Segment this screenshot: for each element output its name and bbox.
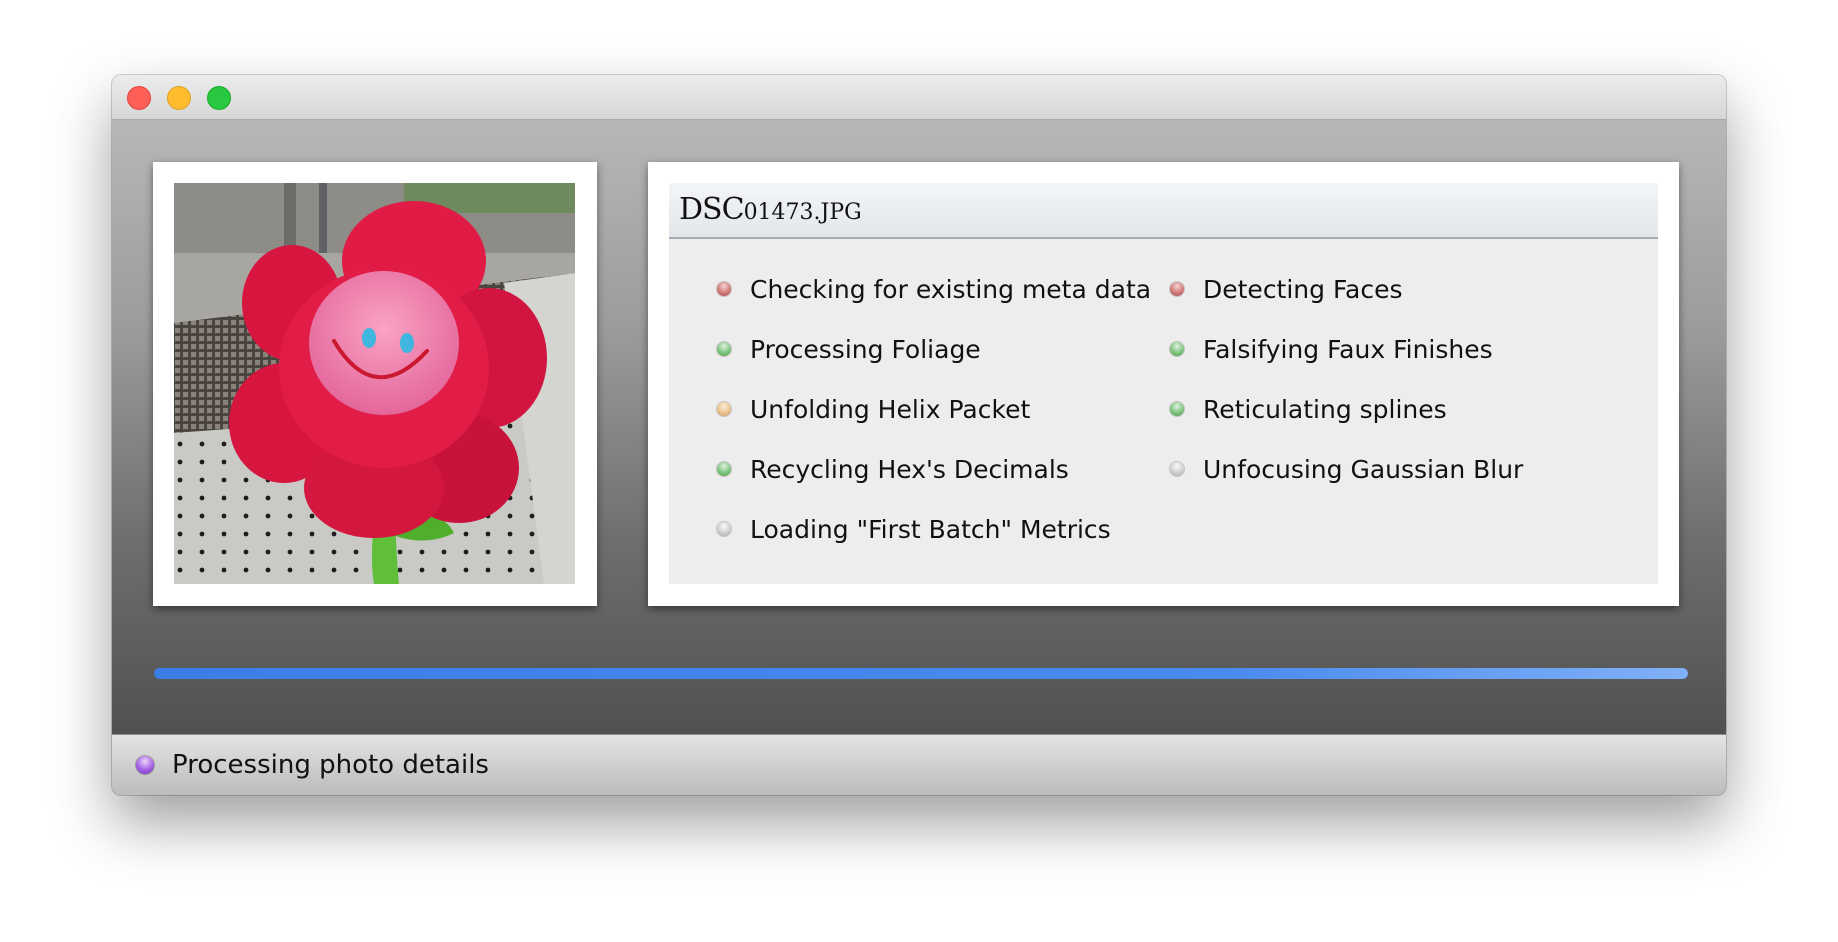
details-panel: DSC01473.JPG Checking for existing meta … (669, 183, 1658, 584)
status-dot-icon (1170, 282, 1184, 296)
task-item: Detecting Faces (1170, 272, 1403, 306)
status-dot-icon (717, 342, 731, 356)
status-dot-icon (1170, 402, 1184, 416)
task-item: Unfolding Helix Packet (717, 392, 1030, 426)
status-dot-icon (717, 402, 731, 416)
title-bar[interactable] (112, 75, 1726, 120)
task-label: Loading "First Batch" Metrics (750, 514, 1111, 544)
status-dot-icon (717, 462, 731, 476)
filename-title: DSC01473.JPG (679, 192, 862, 231)
task-label: Checking for existing meta data (750, 274, 1152, 304)
task-label: Unfolding Helix Packet (750, 394, 1031, 424)
photo-thumbnail (174, 183, 575, 584)
status-dot-icon (1170, 342, 1184, 356)
filename-prefix: DSC (679, 192, 745, 227)
status-bar: Processing photo details (112, 734, 1726, 795)
task-item: Unfocusing Gaussian Blur (1170, 452, 1523, 486)
progress-bar (154, 668, 1688, 679)
zoom-icon[interactable] (207, 86, 231, 110)
progress-bar-fill (154, 668, 1688, 679)
close-icon[interactable] (127, 86, 151, 110)
status-dot-icon (717, 522, 731, 536)
status-indicator-icon (136, 756, 154, 774)
task-label: Unfocusing Gaussian Blur (1203, 454, 1524, 484)
task-label: Recycling Hex's Decimals (750, 454, 1069, 484)
photo-frame (153, 162, 597, 606)
flower-photo-image (174, 183, 575, 584)
task-item: Reticulating splines (1170, 392, 1447, 426)
details-frame: DSC01473.JPG Checking for existing meta … (648, 162, 1679, 606)
task-label: Processing Foliage (750, 334, 981, 364)
minimize-icon[interactable] (167, 86, 191, 110)
task-item: Processing Foliage (717, 332, 981, 366)
filename-suffix: 01473.JPG (743, 200, 862, 225)
app-window: DSC01473.JPG Checking for existing meta … (112, 75, 1726, 795)
task-item: Falsifying Faux Finishes (1170, 332, 1493, 366)
task-item: Loading "First Batch" Metrics (717, 512, 1111, 546)
status-text: Processing photo details (172, 750, 489, 780)
task-item: Recycling Hex's Decimals (717, 452, 1069, 486)
status-dot-icon (717, 282, 731, 296)
task-label: Detecting Faces (1203, 274, 1403, 304)
status-dot-icon (1170, 462, 1184, 476)
task-label: Reticulating splines (1203, 394, 1447, 424)
task-item: Checking for existing meta data (717, 272, 1151, 306)
task-label: Falsifying Faux Finishes (1203, 334, 1493, 364)
details-header: DSC01473.JPG (669, 183, 1658, 239)
